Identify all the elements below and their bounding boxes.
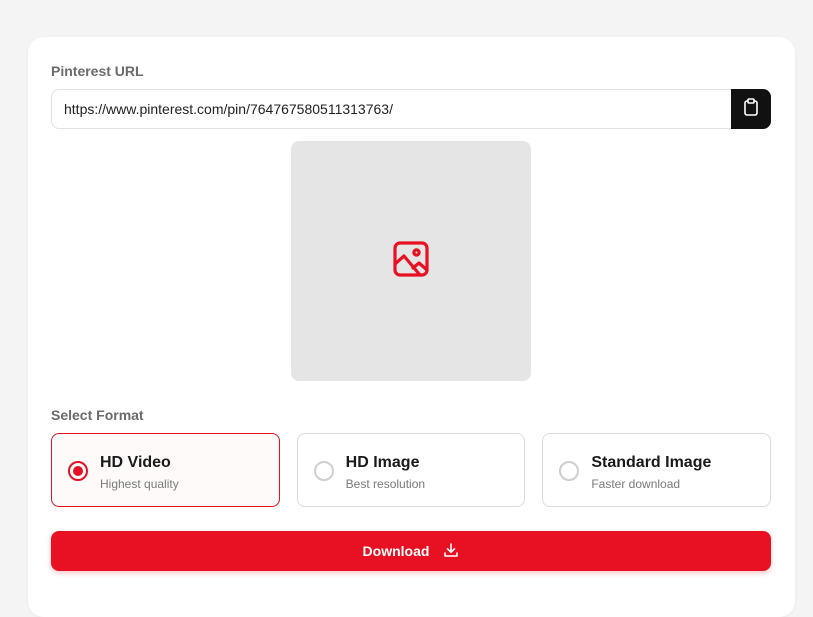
- format-label: Select Format: [51, 407, 144, 423]
- radio-button[interactable]: [559, 461, 580, 481]
- option-subtitle: Best resolution: [345, 477, 426, 491]
- format-options: HD Video Highest quality HD Image Best r…: [51, 433, 772, 507]
- format-option-standard-image[interactable]: Standard Image Faster download: [542, 433, 772, 507]
- option-subtitle: Faster download: [591, 477, 681, 491]
- url-label: Pinterest URL: [51, 63, 144, 79]
- image-icon: [392, 240, 430, 283]
- url-input-group: [51, 89, 771, 129]
- format-option-hd-image[interactable]: HD Image Best resolution: [296, 433, 526, 507]
- download-label: Download: [362, 543, 430, 559]
- option-title: Standard Image: [591, 454, 712, 471]
- url-input[interactable]: [51, 89, 731, 129]
- download-button[interactable]: Download: [51, 531, 771, 571]
- clipboard-icon: [743, 97, 759, 121]
- option-title: HD Image: [345, 454, 420, 471]
- radio-button[interactable]: [68, 461, 88, 481]
- option-title: HD Video: [100, 454, 171, 471]
- format-option-hd-video[interactable]: HD Video Highest quality: [51, 433, 280, 507]
- media-preview: [291, 141, 531, 381]
- download-icon: [443, 542, 459, 561]
- paste-button[interactable]: [731, 89, 771, 129]
- radio-button[interactable]: [313, 461, 334, 481]
- option-subtitle: Highest quality: [100, 477, 179, 491]
